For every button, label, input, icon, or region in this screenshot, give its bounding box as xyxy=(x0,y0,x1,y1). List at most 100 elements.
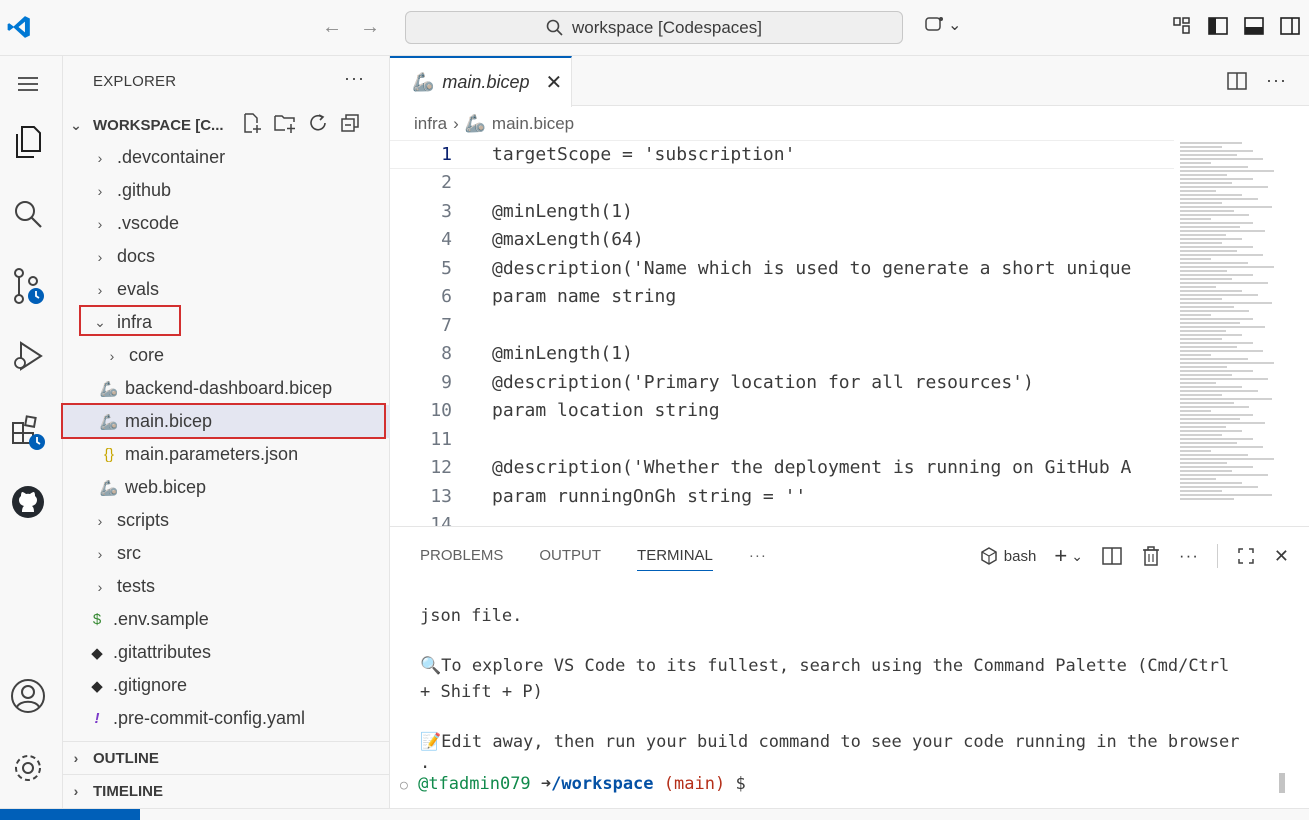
tree-item-vscode[interactable]: › .vscode xyxy=(63,207,390,240)
command-center-search[interactable]: workspace [Codespaces] xyxy=(405,11,903,44)
explorer-more-actions[interactable]: ··· xyxy=(344,68,365,89)
terminal-profile[interactable]: bash xyxy=(980,547,1036,565)
panel-more-actions[interactable]: ··· xyxy=(749,547,767,571)
terminal-scrollbar[interactable] xyxy=(1279,773,1285,793)
terminal-more-actions[interactable]: ··· xyxy=(1179,546,1199,566)
bicep-file-icon: 🦾 xyxy=(464,114,486,133)
new-folder-icon[interactable] xyxy=(273,112,297,134)
minimap-line xyxy=(1180,210,1235,212)
minimap-line xyxy=(1180,278,1232,280)
chevron-right-icon: › xyxy=(97,578,103,595)
tree-item-devcontainer[interactable]: › .devcontainer xyxy=(63,141,390,174)
minimap-line xyxy=(1180,154,1238,156)
tree-item-env-sample[interactable]: $ .env.sample xyxy=(63,603,390,636)
account-icon[interactable] xyxy=(8,676,48,716)
tree-item-evals[interactable]: › evals xyxy=(63,273,390,306)
minimap-line xyxy=(1180,446,1264,448)
new-file-icon[interactable] xyxy=(241,112,263,134)
refresh-icon[interactable] xyxy=(307,112,329,134)
trash-icon[interactable] xyxy=(1141,545,1161,567)
code-line: 5 @description('Name which is used to gen… xyxy=(441,257,1132,279)
new-terminal-icon[interactable]: + xyxy=(1054,543,1067,569)
split-editor-icon[interactable] xyxy=(1226,70,1248,92)
menu-icon[interactable] xyxy=(8,64,48,104)
minimap-line xyxy=(1180,226,1241,228)
minimap-line xyxy=(1180,146,1222,148)
tab-problems[interactable]: PROBLEMS xyxy=(420,547,503,571)
toggle-secondary-sidebar-icon[interactable] xyxy=(1279,15,1301,37)
minimap-line xyxy=(1180,246,1253,248)
code-line: 13 param runningOnGh string = '' xyxy=(430,485,807,507)
close-icon[interactable]: ✕ xyxy=(545,70,562,95)
github-icon[interactable] xyxy=(8,482,48,522)
chevron-down-icon[interactable]: ⌄ xyxy=(1071,548,1083,565)
copilot-button[interactable]: ⌄ xyxy=(924,15,961,35)
minimap-line xyxy=(1180,302,1272,304)
minimap-line xyxy=(1180,218,1212,220)
timeline-section-header[interactable]: › TIMELINE xyxy=(63,774,390,807)
tree-item-github[interactable]: › .github xyxy=(63,174,390,207)
tree-item-pre-commit-config[interactable]: ! .pre-commit-config.yaml xyxy=(63,702,390,735)
maximize-panel-icon[interactable] xyxy=(1236,546,1256,566)
collapse-all-icon[interactable] xyxy=(339,112,361,134)
tab-main-bicep[interactable]: 🦾 main.bicep ✕ xyxy=(390,56,572,107)
editor-tab-bar: 🦾 main.bicep ✕ ··· xyxy=(390,56,1309,107)
minimap-line xyxy=(1180,362,1274,364)
chevron-down-icon: ⌄ xyxy=(948,17,962,34)
terminal-output[interactable]: json file. 🔍To explore VS Code to its fu… xyxy=(400,603,1280,799)
minimap-line xyxy=(1180,382,1217,384)
minimap-line xyxy=(1180,338,1222,340)
minimap-line xyxy=(1180,182,1232,184)
customize-layout-icon[interactable] xyxy=(1171,15,1193,37)
tree-item-docs[interactable]: › docs xyxy=(63,240,390,273)
code-editor[interactable]: 1 targetScope = 'subscription' 2 3 @minLen… xyxy=(390,140,1174,526)
chevron-right-icon: › xyxy=(97,248,103,265)
git-file-icon: ◆ xyxy=(91,677,103,695)
minimap[interactable] xyxy=(1176,140,1280,526)
vscode-logo-icon xyxy=(7,16,30,38)
back-arrow-icon[interactable]: ← xyxy=(322,16,342,39)
minimap-line xyxy=(1180,458,1274,460)
minimap-line xyxy=(1180,498,1235,500)
search-icon[interactable] xyxy=(8,194,48,234)
settings-gear-icon[interactable] xyxy=(8,748,48,788)
tree-item-src[interactable]: › src xyxy=(63,537,390,570)
toggle-panel-icon[interactable] xyxy=(1243,15,1265,37)
tab-terminal[interactable]: TERMINAL xyxy=(637,547,713,571)
minimap-line xyxy=(1180,206,1272,208)
toggle-primary-sidebar-icon[interactable] xyxy=(1207,15,1229,37)
breadcrumb-file[interactable]: main.bicep xyxy=(492,114,574,134)
minimap-line xyxy=(1180,482,1243,484)
tree-item-core[interactable]: › core xyxy=(63,339,390,372)
tree-item-gitattributes[interactable]: ◆ .gitattributes xyxy=(63,636,390,669)
tree-item-scripts[interactable]: › scripts xyxy=(63,504,390,537)
tree-item-tests[interactable]: › tests xyxy=(63,570,390,603)
minimap-line xyxy=(1180,430,1243,432)
outline-section-header[interactable]: › OUTLINE xyxy=(63,741,390,774)
close-icon[interactable]: ✕ xyxy=(1274,546,1289,567)
memo-icon: 📝 xyxy=(420,732,442,752)
tree-item-web-bicep[interactable]: 🦾 web.bicep xyxy=(63,471,390,504)
explorer-icon[interactable] xyxy=(8,122,48,162)
minimap-line xyxy=(1180,190,1217,192)
workspace-section-header[interactable]: ⌄ WORKSPACE [C... xyxy=(69,112,387,138)
tree-item-main-parameters-json[interactable]: {} main.parameters.json xyxy=(63,438,390,471)
remote-indicator[interactable] xyxy=(0,809,140,820)
tree-item-backend-dashboard-bicep[interactable]: 🦾 backend-dashboard.bicep xyxy=(63,372,390,405)
minimap-line xyxy=(1180,414,1253,416)
minimap-line xyxy=(1180,410,1212,412)
tree-item-gitignore[interactable]: ◆ .gitignore xyxy=(63,669,390,702)
run-debug-icon[interactable] xyxy=(8,336,48,376)
chevron-right-icon: › xyxy=(109,347,115,364)
minimap-line xyxy=(1180,346,1238,348)
forward-arrow-icon[interactable]: → xyxy=(360,16,380,39)
minimap-line xyxy=(1180,390,1258,392)
editor-more-actions[interactable]: ··· xyxy=(1266,70,1287,92)
extensions-icon[interactable] xyxy=(8,412,48,452)
breadcrumb-folder[interactable]: infra xyxy=(414,114,447,134)
source-control-icon[interactable] xyxy=(8,266,48,306)
minimap-line xyxy=(1180,142,1243,144)
chevron-right-icon: › xyxy=(453,114,459,133)
split-terminal-icon[interactable] xyxy=(1101,545,1123,567)
tab-output[interactable]: OUTPUT xyxy=(539,547,601,571)
